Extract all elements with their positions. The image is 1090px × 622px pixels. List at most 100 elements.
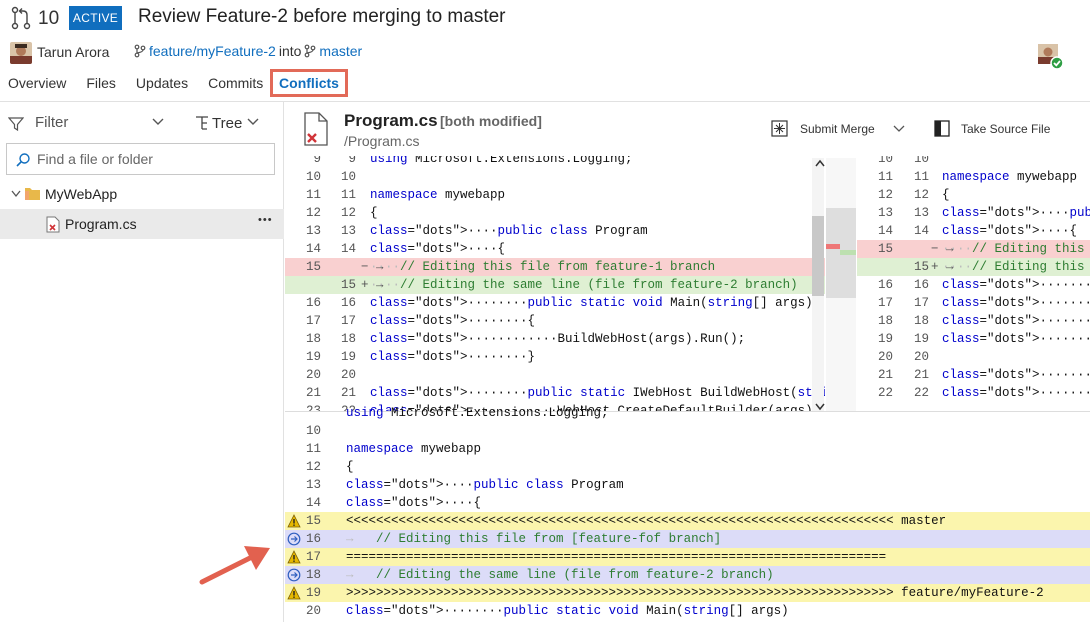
diff-left-line: 10 10	[285, 168, 825, 186]
file-name: Program.cs	[65, 216, 137, 232]
code-text: ========================================…	[346, 550, 887, 564]
tab-commits[interactable]: Commits	[208, 75, 263, 91]
reviewer-avatar[interactable]	[1038, 44, 1064, 70]
diff-right-line: 22 22 class="dots">············WebHost	[857, 384, 1090, 402]
chevron-down-icon[interactable]	[151, 117, 165, 127]
line-number: 20	[340, 368, 356, 382]
folder-name: MyWebApp	[45, 186, 118, 202]
diff-minimap[interactable]	[826, 158, 856, 412]
file-conflict-state: [both modified]	[440, 113, 542, 129]
line-number: 14	[305, 496, 321, 510]
line-number: 19	[305, 350, 321, 364]
code-text: class="dots">····{	[346, 496, 482, 510]
file-path: /Program.cs	[344, 133, 420, 149]
code-text: namespace mywebapp	[370, 188, 506, 202]
code-text: ····// Editing this	[942, 242, 1085, 256]
diff-left-line: 15 + → ····// Editing the same line (file …	[285, 276, 825, 294]
merge-line[interactable]: 15 <<<<<<<<<<<<<<<<<<<<<<<<<<<<<<<<<<<<<<…	[285, 512, 1090, 530]
line-number: 17	[913, 296, 929, 310]
merge-line[interactable]: 20 class="dots">········public static voi…	[285, 602, 1090, 620]
tab-overview[interactable]: Overview	[8, 75, 66, 91]
code-text: class="dots">····{	[370, 242, 506, 256]
tree-folder-mywebapp[interactable]: MyWebApp	[0, 179, 284, 209]
author-name[interactable]: Tarun Arora	[37, 44, 109, 60]
code-text: ····// Editing the same line (file from …	[370, 278, 798, 292]
status-badge: ACTIVE	[69, 6, 122, 30]
diff-left-line: 16 16 class="dots">········public static v…	[285, 294, 825, 312]
line-number: 14	[913, 224, 929, 238]
chevron-down-icon[interactable]	[11, 190, 21, 198]
line-number: 18	[305, 332, 321, 346]
code-text: using Microsoft.Extensions.Logging;	[370, 156, 633, 166]
line-number: 11	[340, 188, 356, 202]
into-label: into	[278, 43, 302, 59]
source-branch-link[interactable]: feature/myFeature-2	[149, 43, 276, 59]
line-number: 14	[877, 224, 893, 238]
scroll-arrows[interactable]	[814, 156, 826, 412]
diff-right-line: 16 16 class="dots">········public stat	[857, 276, 1090, 294]
merge-line[interactable]: using Microsoft.Extensions.Logging;	[285, 404, 1090, 422]
target-branch-link[interactable]: master	[319, 43, 362, 59]
tab-conflicts[interactable]: Conflicts	[270, 69, 348, 97]
file-sidebar: Filter Tree Find a file or folder MyWebA…	[0, 102, 284, 622]
merge-line[interactable]: 10	[285, 422, 1090, 440]
merge-line[interactable]: 17 ======================================…	[285, 548, 1090, 566]
file-header: Program.cs [both modified] /Program.cs S…	[285, 102, 1090, 156]
tab-updates[interactable]: Updates	[136, 75, 188, 91]
line-number: 21	[305, 386, 321, 400]
line-number: 14	[340, 242, 356, 256]
branch-icon	[305, 44, 316, 58]
code-text: namespace mywebapp	[346, 442, 482, 456]
diff-left-line: 9 9 using Microsoft.Extensions.Logging;	[285, 156, 825, 168]
line-number: 20	[305, 368, 321, 382]
line-number: 18	[305, 568, 321, 582]
tree-file-program-cs[interactable]: Program.cs •••	[0, 209, 284, 239]
file-conflict-icon	[304, 112, 328, 146]
merge-line[interactable]: 16 → // Editing this file from [feature-f…	[285, 530, 1090, 548]
take-source-file-button[interactable]: Take Source File	[961, 122, 1050, 136]
line-number: 15	[305, 514, 321, 528]
line-number: 20	[877, 350, 893, 364]
code-text: class="dots">····public class Pr	[942, 206, 1090, 220]
code-text: ····// Editing this	[942, 260, 1085, 274]
code-text: class="dots">········}	[942, 332, 1090, 346]
file-search-input[interactable]: Find a file or folder	[6, 143, 275, 175]
code-text: class="dots">····public class Program	[346, 478, 624, 492]
line-number: 18	[877, 314, 893, 328]
line-number: 17	[305, 314, 321, 328]
code-text: class="dots">········}	[370, 350, 536, 364]
submit-merge-button[interactable]: Submit Merge	[800, 122, 875, 136]
merge-line[interactable]: 18 → // Editing the same line (file from …	[285, 566, 1090, 584]
diff-left-line: 18 18 class="dots">············BuildWebHos…	[285, 330, 825, 348]
tree-view-dropdown[interactable]: Tree	[212, 115, 242, 132]
merge-line[interactable]: 12 {	[285, 458, 1090, 476]
code-text: <<<<<<<<<<<<<<<<<<<<<<<<<<<<<<<<<<<<<<<<…	[346, 514, 947, 528]
chevron-down-icon[interactable]	[246, 117, 260, 127]
code-text: class="dots">········public static IWebH…	[370, 386, 825, 400]
merge-line[interactable]: 19 >>>>>>>>>>>>>>>>>>>>>>>>>>>>>>>>>>>>>>…	[285, 584, 1090, 602]
more-options-icon[interactable]: •••	[258, 214, 273, 226]
author-avatar[interactable]	[10, 42, 32, 64]
diff-right-line: 20 20	[857, 348, 1090, 366]
code-text: class="dots">········{	[942, 296, 1090, 310]
code-text: class="dots">············BuildWe	[942, 314, 1090, 328]
merge-line[interactable]: 11 namespace mywebapp	[285, 440, 1090, 458]
chevron-down-icon[interactable]	[892, 124, 906, 133]
line-number: 13	[340, 224, 356, 238]
diff-right-line: 11 11 namespace mywebapp	[857, 168, 1090, 186]
line-number: 19	[913, 332, 929, 346]
tab-files[interactable]: Files	[86, 75, 116, 91]
line-number: 21	[340, 386, 356, 400]
diff-left-line: 13 13 class="dots">····public class Progra…	[285, 222, 825, 240]
filter-icon	[8, 117, 24, 132]
line-number: 13	[877, 206, 893, 220]
code-text: class="dots">············WebHost	[942, 386, 1090, 400]
merge-line[interactable]: 14 class="dots">····{	[285, 494, 1090, 512]
diff-left-line: 20 20	[285, 366, 825, 384]
diff-right-line: 21 21 class="dots">········public stat	[857, 366, 1090, 384]
line-number: 16	[305, 296, 321, 310]
merge-line[interactable]: 13 class="dots">····public class Program	[285, 476, 1090, 494]
filter-dropdown[interactable]: Filter	[35, 114, 68, 131]
line-number: 16	[913, 278, 929, 292]
line-number: 10	[305, 424, 321, 438]
